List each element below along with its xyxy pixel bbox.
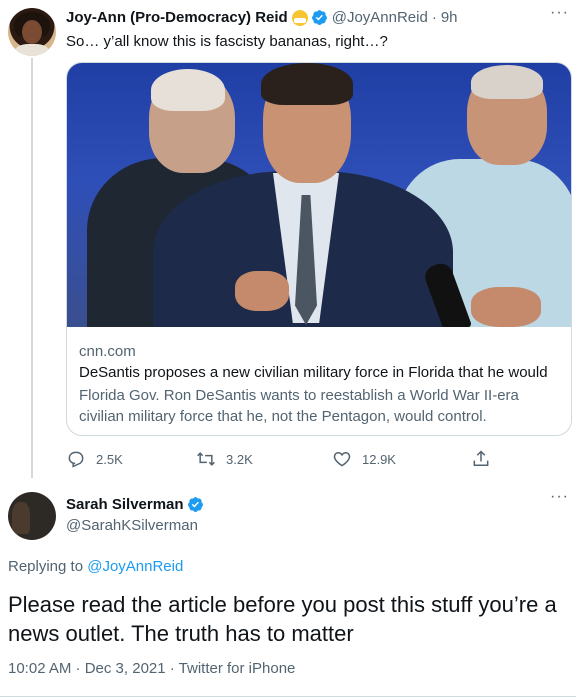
retweet-count: 3.2K [226,451,253,467]
reply-button[interactable]: 2.5K [66,449,123,469]
card-domain: cnn.com [79,343,136,360]
tweet2-author-name[interactable]: Sarah Silverman [66,496,184,513]
like-button[interactable]: 12.9K [332,449,396,469]
retweet-icon [197,452,215,466]
separator-dot: · [431,9,437,26]
podcast-logo-icon [28,504,54,530]
tweet2-handle[interactable]: @SarahKSilverman [66,517,198,534]
more-options-icon[interactable]: ··· [550,4,569,22]
replying-prefix: Replying to [8,558,88,575]
verified-badge-icon [187,497,203,512]
tweet1-header: Joy-Ann (Pro-Democracy) Reid @JoyAnnReid… [66,9,458,26]
tweet2-meta[interactable]: 10:02 AM · Dec 3, 2021 · Twitter for iPh… [8,660,295,677]
card-description: Florida Gov. Ron DeSantis wants to reest… [79,387,519,425]
tweet1-timestamp[interactable]: 9h [441,9,458,26]
avatar-face [22,20,42,44]
verified-badge-icon [311,10,327,25]
tweet1-handle[interactable]: @JoyAnnReid [332,9,428,26]
avatar-sarahksilverman[interactable] [8,492,56,540]
tweet2-text: Please read the article before you post … [8,592,557,646]
tweet2-author-row: Sarah Silverman [66,496,204,513]
divider [0,696,576,697]
mask-face-emoji-icon [291,9,308,26]
share-button[interactable] [471,449,491,469]
tweet1-author-name[interactable]: Joy-Ann (Pro-Democracy) Reid [66,9,288,26]
tweet1-text: So… y’all know this is fascisty bananas,… [66,33,388,50]
replying-to-link[interactable]: @JoyAnnReid [87,558,183,575]
avatar-shirt [14,44,50,56]
avatar-joyannreid[interactable] [8,8,56,56]
card-image [67,63,571,327]
share-icon [473,450,489,466]
thread-connector-line [31,58,33,478]
like-count: 12.9K [362,451,396,467]
reply-icon [68,451,84,468]
card-title: DeSantis proposes a new civilian militar… [79,364,548,381]
link-card[interactable]: cnn.com DeSantis proposes a new civilian… [66,62,572,436]
more-options-icon[interactable]: ··· [550,488,569,506]
heart-icon [333,451,351,467]
retweet-button[interactable]: 3.2K [196,449,253,469]
reply-count: 2.5K [96,451,123,467]
tweet1-action-bar: 2.5K 3.2K 12.9K [66,449,496,471]
replying-to-line: Replying to @JoyAnnReid [8,558,183,575]
